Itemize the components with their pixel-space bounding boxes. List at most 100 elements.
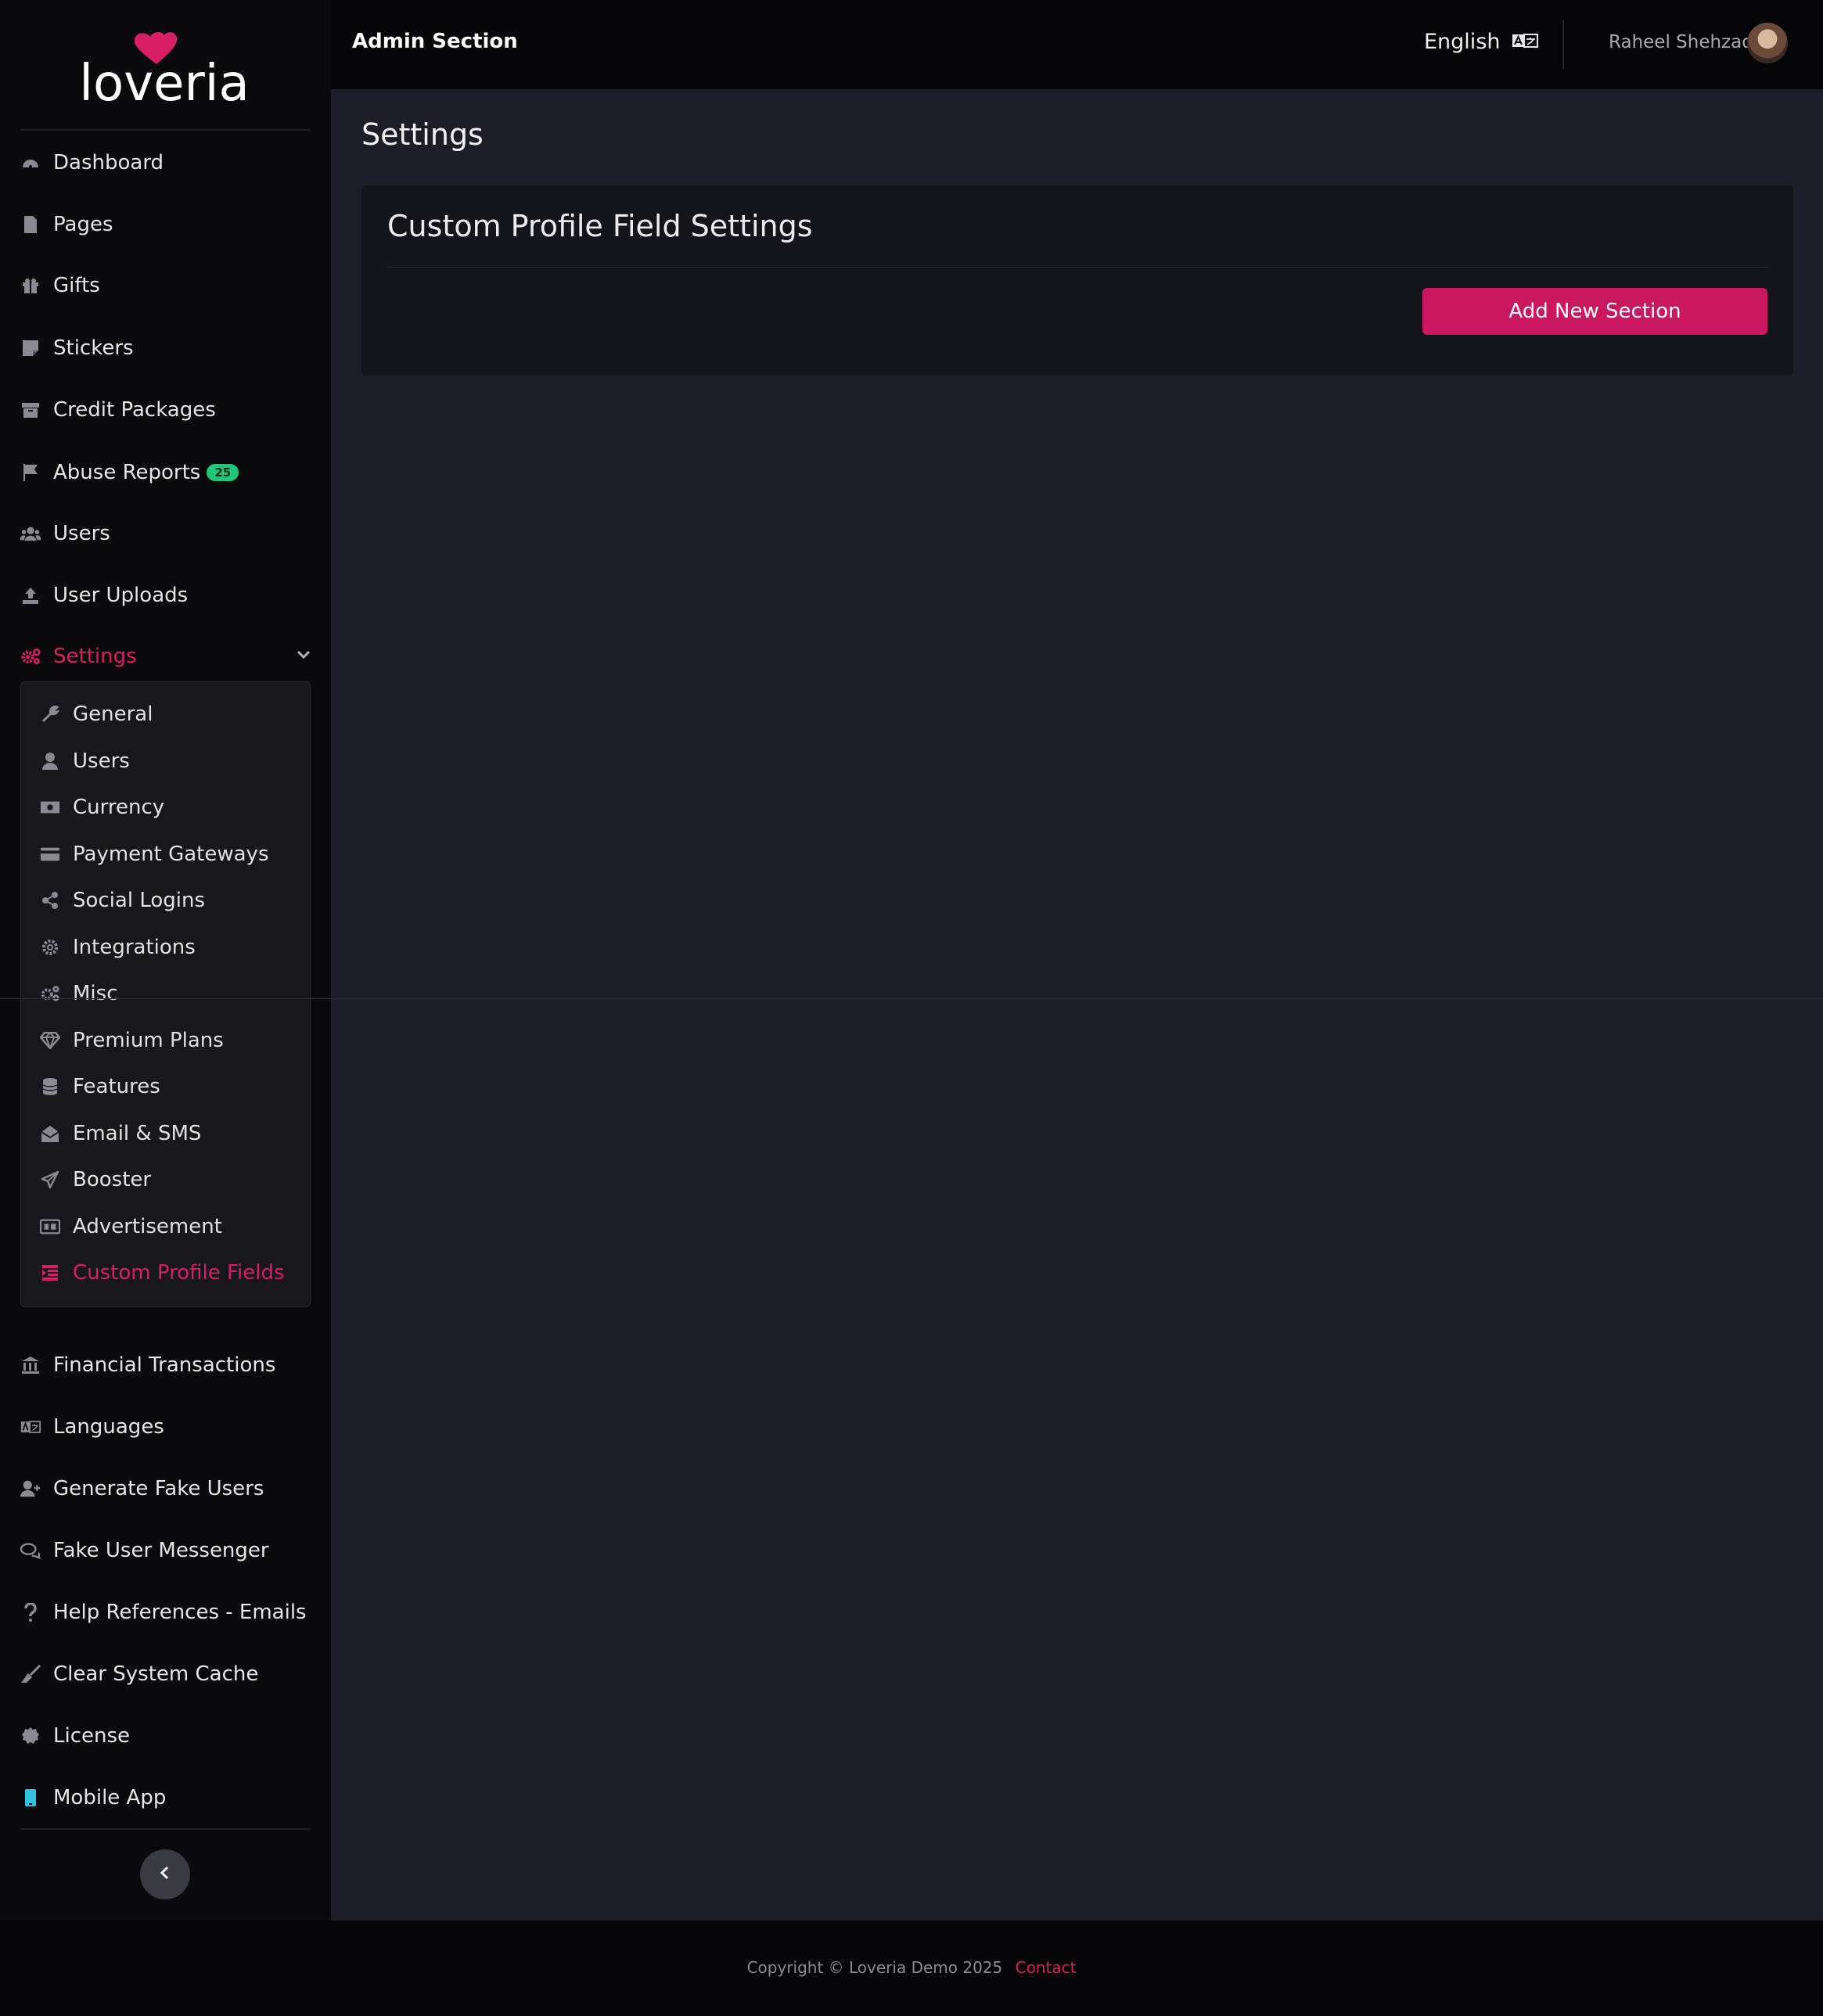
envelope-open-icon	[40, 1123, 60, 1144]
sidebar-item-license[interactable]: License	[20, 1714, 311, 1758]
submenu-item-label: Payment Gateways	[73, 843, 269, 866]
submenu-item-currency[interactable]: Currency	[40, 788, 298, 827]
submenu-item-premium-plans[interactable]: Premium Plans	[40, 1021, 298, 1060]
copyright-text: Copyright © Loveria Demo 2025	[746, 1958, 1003, 1977]
certificate-icon	[20, 1726, 41, 1746]
flag-icon	[20, 462, 41, 483]
sidebar-item-clear-system-cache[interactable]: Clear System Cache	[20, 1652, 311, 1696]
gift-icon	[20, 275, 41, 296]
divider	[20, 129, 311, 131]
submenu-item-label: Misc	[73, 982, 118, 1005]
page-title: Settings	[361, 117, 484, 152]
chevron-down-icon	[297, 649, 311, 663]
submenu-item-label: Features	[73, 1075, 160, 1098]
submenu-item-general[interactable]: General	[40, 695, 298, 734]
sidebar-item-languages[interactable]: Languages	[20, 1405, 311, 1449]
sidebar-item-label: Languages	[53, 1415, 164, 1439]
cogs-icon	[40, 983, 60, 1004]
submenu-item-label: Currency	[73, 796, 165, 819]
sidebar-item-label: Settings	[53, 645, 137, 668]
sidebar-item-abuse-reports[interactable]: Abuse Reports 25	[20, 451, 311, 494]
sidebar-item-generate-fake-users[interactable]: Generate Fake Users	[20, 1467, 311, 1511]
sidebar-item-dashboard[interactable]: Dashboard	[20, 141, 311, 185]
sidebar-item-gifts[interactable]: Gifts	[20, 264, 311, 307]
divider	[0, 998, 1823, 999]
notification-badge: 25	[207, 464, 239, 481]
sidebar-item-stickers[interactable]: Stickers	[20, 326, 311, 370]
submenu-item-label: Social Logins	[73, 889, 206, 912]
settings-card: Custom Profile Field Settings Add New Se…	[361, 185, 1793, 376]
sticker-icon	[20, 338, 41, 358]
sidebar-item-label: Generate Fake Users	[53, 1477, 264, 1500]
sidebar-item-label: Fake User Messenger	[53, 1539, 269, 1562]
sidebar-item-pages[interactable]: Pages	[20, 203, 311, 246]
sidebar-item-help-references[interactable]: Help References - Emails	[20, 1590, 311, 1634]
sidebar-item-label: User Uploads	[53, 584, 189, 607]
user-plus-icon	[20, 1479, 41, 1499]
mobile-icon	[20, 1788, 41, 1808]
submenu-item-features[interactable]: Features	[40, 1067, 298, 1106]
submenu-item-custom-profile-fields[interactable]: Custom Profile Fields	[40, 1253, 298, 1292]
header-title: Admin Section	[352, 30, 518, 53]
sidebar-item-label: Help References - Emails	[53, 1601, 307, 1624]
chevron-left-icon	[160, 1866, 171, 1883]
sidebar-item-user-uploads[interactable]: User Uploads	[20, 573, 311, 617]
users-icon	[20, 523, 41, 544]
sidebar-item-mobile-app[interactable]: Mobile App	[20, 1776, 311, 1820]
top-bar: Admin Section English Raheel Shehzad	[331, 0, 1823, 89]
sidebar-item-users[interactable]: Users	[20, 512, 311, 555]
language-selector[interactable]: English	[1424, 30, 1538, 54]
submenu-item-advertisement[interactable]: Advertisement	[40, 1207, 298, 1246]
bank-icon	[20, 1355, 41, 1375]
sidebar-item-settings[interactable]: Settings	[20, 634, 311, 678]
submenu-item-booster[interactable]: Booster	[40, 1160, 298, 1199]
submenu-item-integrations[interactable]: Integrations	[40, 928, 298, 967]
submenu-item-label: Advertisement	[73, 1215, 222, 1238]
footer: Copyright © Loveria Demo 2025 Contact	[0, 1921, 1823, 2016]
submenu-item-label: Premium Plans	[73, 1029, 224, 1052]
contact-link[interactable]: Contact	[1016, 1958, 1077, 1977]
submenu-item-social-logins[interactable]: Social Logins	[40, 881, 298, 920]
user-name[interactable]: Raheel Shehzad	[1609, 32, 1753, 52]
logo[interactable]: loveria	[0, 0, 331, 129]
diamond-icon	[40, 1030, 60, 1051]
sidebar-item-label: Users	[53, 522, 110, 545]
sidebar-item-label: Financial Transactions	[53, 1353, 276, 1377]
add-new-section-button[interactable]: Add New Section	[1422, 288, 1767, 335]
file-icon	[20, 214, 41, 235]
submenu-item-label: Integrations	[73, 936, 196, 959]
sidebar-item-financial-transactions[interactable]: Financial Transactions	[20, 1343, 311, 1387]
upload-icon	[20, 585, 41, 606]
credit-card-icon	[40, 844, 60, 864]
share-icon	[40, 890, 60, 911]
broom-icon	[20, 1664, 41, 1684]
submenu-item-label: Email & SMS	[73, 1122, 202, 1145]
comments-icon	[20, 1540, 41, 1561]
divider	[20, 1828, 311, 1830]
divider	[1562, 20, 1564, 69]
collapse-sidebar-button[interactable]	[140, 1849, 190, 1899]
divider	[387, 267, 1767, 268]
box-icon	[20, 400, 41, 420]
sidebar-item-credit-packages[interactable]: Credit Packages	[20, 388, 311, 432]
sidebar-item-label: Mobile App	[53, 1786, 167, 1809]
avatar[interactable]	[1747, 23, 1788, 63]
sidebar-item-label: Credit Packages	[53, 398, 216, 422]
sidebar-item-label: Clear System Cache	[53, 1662, 259, 1686]
sidebar-item-label: Pages	[53, 213, 113, 236]
submenu-item-users[interactable]: Users	[40, 742, 298, 781]
language-icon	[20, 1417, 41, 1437]
submenu-item-label: General	[73, 703, 153, 726]
card-title: Custom Profile Field Settings	[387, 209, 813, 243]
submenu-item-misc[interactable]: Misc	[40, 974, 298, 1013]
language-label: English	[1424, 30, 1501, 54]
paper-plane-icon	[40, 1170, 60, 1190]
wrench-icon	[40, 704, 60, 724]
sidebar-item-fake-user-messenger[interactable]: Fake User Messenger	[20, 1529, 311, 1572]
cogs-icon	[20, 646, 41, 667]
submenu-item-payment-gateways[interactable]: Payment Gateways	[40, 835, 298, 874]
sidebar-item-label: Dashboard	[53, 151, 164, 174]
language-icon	[1512, 30, 1538, 54]
submenu-item-email-sms[interactable]: Email & SMS	[40, 1114, 298, 1153]
sidebar: loveria Dashboard Pages Gifts Stickers C…	[0, 0, 331, 1921]
